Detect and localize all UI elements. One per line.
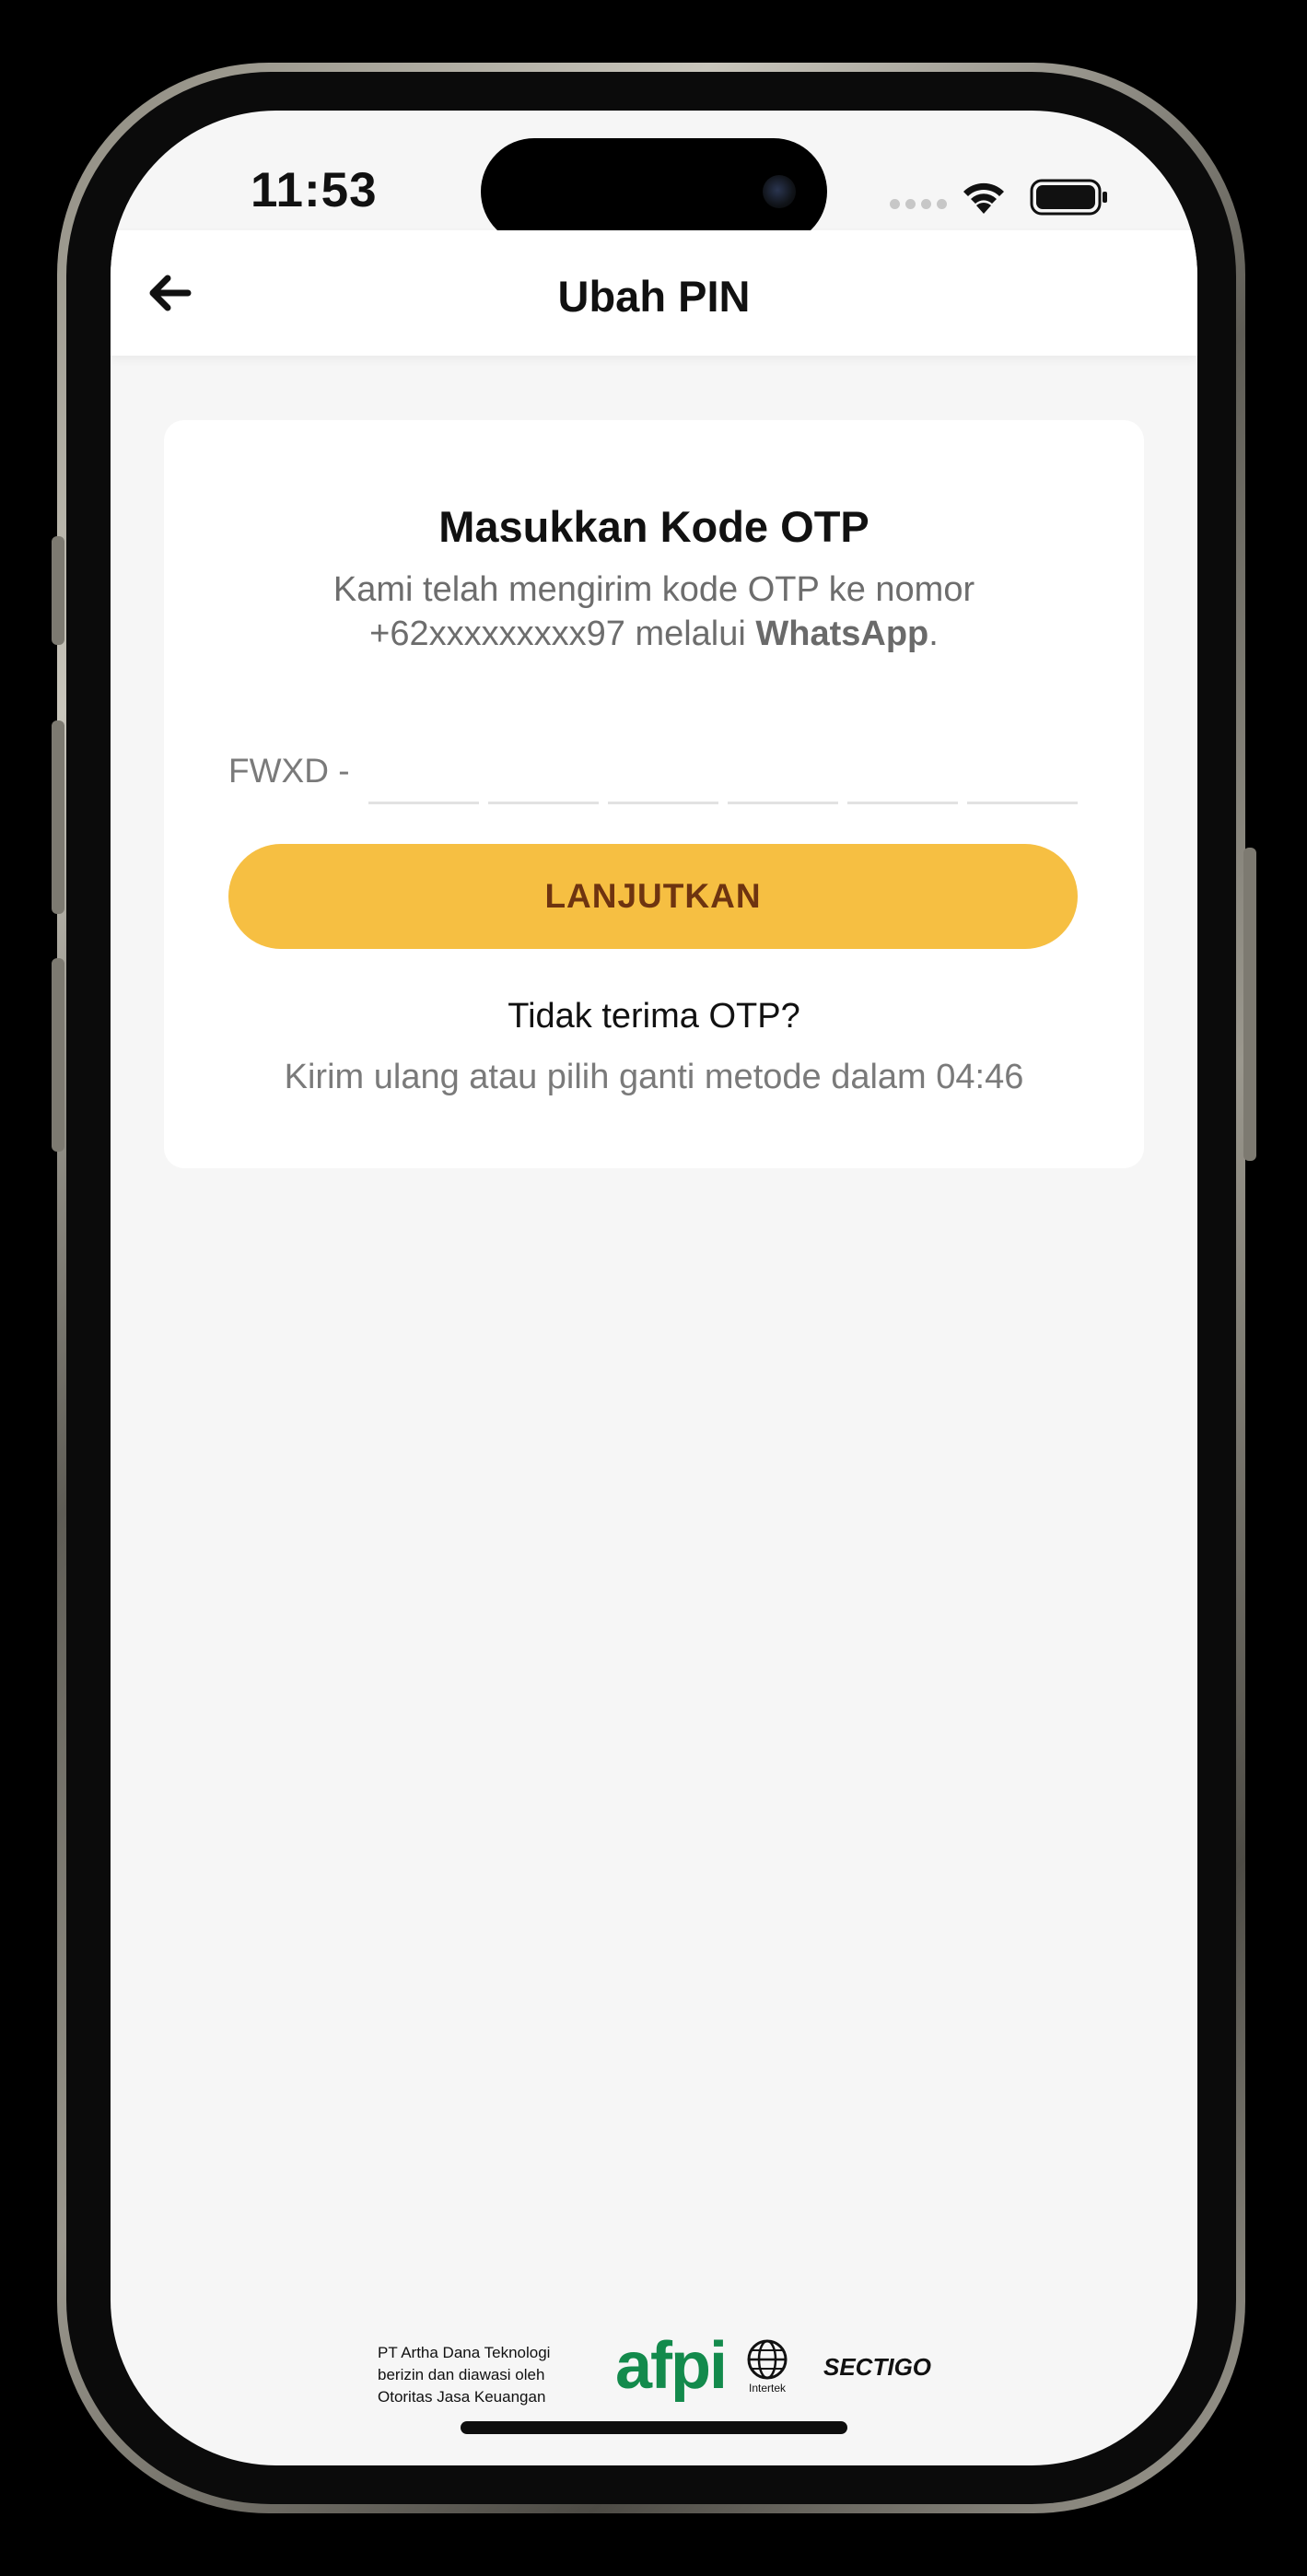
battery-icon [1030,179,1107,216]
dynamic-island [481,138,827,245]
continue-button[interactable]: LANJUTKAN [228,844,1078,949]
status-time: 11:53 [251,163,378,217]
otp-digit-input[interactable] [368,754,479,804]
license-line-3: Otoritas Jasa Keuangan [378,2388,546,2406]
otp-input-row: FWXD - [228,741,1078,805]
cellular-signal-icon [890,199,947,209]
otp-digit-input[interactable] [728,754,838,804]
globe-icon [747,2339,788,2380]
otp-card-description: Kami telah mengirim kode OTP ke nomor +6… [164,568,1144,656]
otp-digit-input[interactable] [488,754,599,804]
front-camera-icon [763,175,796,208]
description-line-2: +62xxxxxxxxx97 melalui WhatsApp. [164,612,1144,656]
description-line-1: Kami telah mengirim kode OTP ke nomor [333,570,975,609]
power-button [1243,848,1256,1161]
afpi-logo: afpi [615,2329,728,2403]
page-title: Ubah PIN [557,272,751,321]
license-line-2: berizin dan diawasi oleh [378,2366,545,2383]
otp-digit-input[interactable] [608,754,718,804]
otp-card: Masukkan Kode OTP Kami telah mengirim ko… [164,420,1144,1168]
no-otp-text: Tidak terima OTP? [508,997,800,1036]
otp-card-title: Masukkan Kode OTP [438,502,869,551]
action-button [52,536,64,645]
otp-prefix: FWXD - [228,752,350,790]
resend-countdown-text: Kirim ulang atau pilih ganti metode dala… [284,1058,1024,1096]
home-indicator[interactable] [461,2421,847,2434]
status-bar: 11:53 [111,111,1197,245]
description-suffix: . [928,615,939,653]
volume-up-button [52,720,64,914]
intertek-label: Intertek [748,2382,787,2395]
license-text: PT Artha Dana Teknologi berizin dan diaw… [378,2342,595,2408]
masked-phone-number: +62xxxxxxxxx97 melalui [369,615,756,653]
otp-digit-input[interactable] [967,754,1078,804]
app-screen: 11:53 Ubah PIN Masukkan Kode OTP Kami te… [111,111,1197,2465]
app-header: Ubah PIN [111,230,1197,356]
license-line-1: PT Artha Dana Teknologi [378,2344,551,2361]
intertek-logo: Intertek [741,2338,794,2395]
otp-channel: WhatsApp [755,615,929,653]
sectigo-logo: SECTIGO [823,2353,932,2381]
footer: PT Artha Dana Teknologi berizin dan diaw… [111,2329,1197,2408]
wifi-icon [963,182,1004,214]
otp-digit-input[interactable] [847,754,958,804]
volume-down-button [52,958,64,1152]
